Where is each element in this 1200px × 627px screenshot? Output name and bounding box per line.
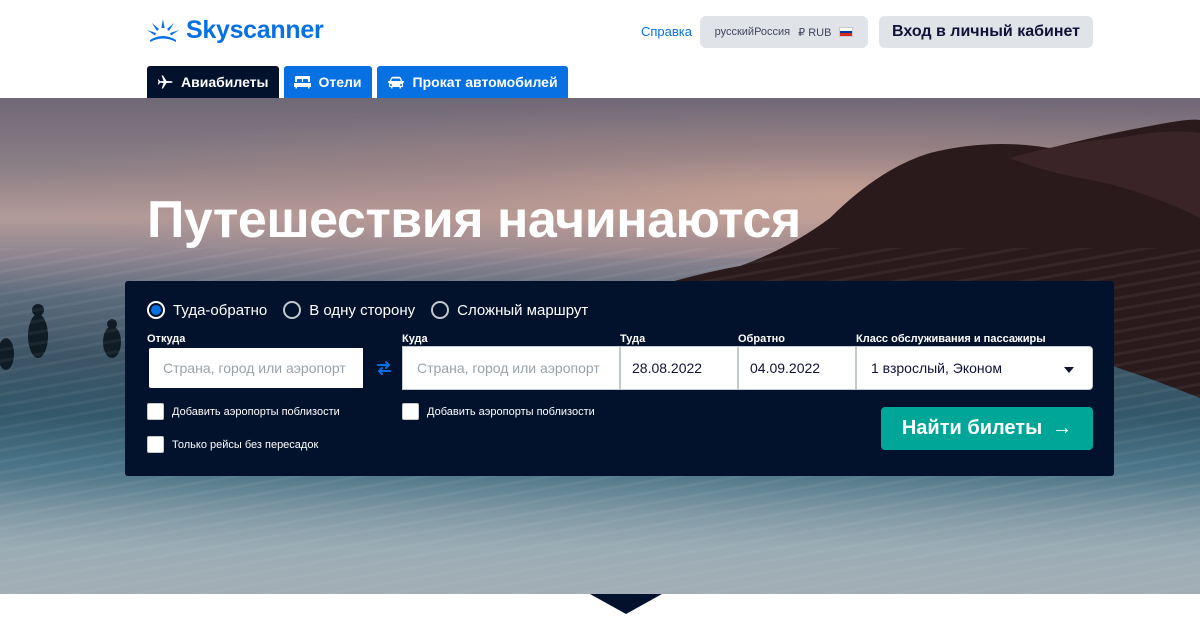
tab-flights[interactable]: Авиабилеты: [147, 66, 279, 98]
hero-title: Путешествия начинаются: [147, 191, 801, 249]
checkbox[interactable]: [147, 403, 164, 420]
trip-type-round-trip[interactable]: Туда-обратно: [147, 301, 267, 319]
to-label: Куда: [402, 333, 428, 345]
cabin-passengers-label: Класс обслуживания и пассажиры: [856, 333, 1046, 345]
from-input[interactable]: [147, 346, 365, 390]
plane-icon: [157, 75, 173, 89]
radio-label: В одну сторону: [309, 301, 416, 319]
direct-flights-only-checkbox[interactable]: Только рейсы без пересадок: [147, 436, 318, 453]
search-button-label: Найти билеты: [901, 417, 1043, 439]
bed-icon: [293, 76, 311, 89]
tab-label: Прокат автомобилей: [412, 74, 558, 90]
return-label: Обратно: [738, 333, 785, 345]
tab-hotels[interactable]: Отели: [283, 66, 372, 98]
product-tabs: Авиабилеты Отели Прокат автомобилей: [147, 66, 568, 98]
skyscanner-logo[interactable]: Skyscanner: [146, 15, 324, 45]
help-link[interactable]: Справка: [641, 24, 692, 39]
cabin-passengers-select[interactable]: 1 взрослый, Эконом: [856, 346, 1093, 390]
sea-foam: [0, 478, 1200, 594]
depart-label: Туда: [620, 333, 646, 345]
checkbox-label: Добавить аэропорты поблизости: [427, 405, 595, 418]
tab-label: Отели: [318, 74, 362, 90]
checkbox[interactable]: [147, 436, 164, 453]
tab-car-hire[interactable]: Прокат автомобилей: [376, 66, 568, 98]
trip-type-multi-city[interactable]: Сложный маршрут: [431, 301, 588, 319]
trip-type-one-way[interactable]: В одну сторону: [283, 301, 415, 319]
chevron-down-icon: [1064, 367, 1074, 373]
checkbox-label: Добавить аэропорты поблизости: [172, 405, 340, 418]
login-button[interactable]: Вход в личный кабинет: [879, 16, 1093, 48]
from-label: Откуда: [147, 333, 186, 345]
radio-button-checked[interactable]: [147, 301, 165, 319]
locale-language-country: русскийРоссия: [714, 26, 791, 38]
car-icon: [387, 76, 404, 88]
checkbox[interactable]: [402, 403, 419, 420]
radio-button[interactable]: [283, 301, 302, 319]
trip-type-group: Туда-обратно В одну сторону Сложный марш…: [147, 301, 588, 319]
tab-label: Авиабилеты: [181, 74, 269, 90]
radio-label: Сложный маршрут: [457, 301, 589, 319]
flight-search-panel: Туда-обратно В одну сторону Сложный марш…: [125, 281, 1114, 476]
russia-flag-icon: [839, 27, 854, 37]
nearby-airports-to-checkbox[interactable]: Добавить аэропорты поблизости: [402, 403, 595, 420]
search-flights-button[interactable]: Найти билеты →: [881, 407, 1093, 450]
radio-button[interactable]: [431, 301, 450, 319]
cabin-passengers-value: 1 взрослый, Эконом: [871, 360, 1003, 376]
to-input[interactable]: [402, 346, 620, 390]
arrow-right-icon: →: [1052, 417, 1073, 439]
logo-text: Skyscanner: [186, 15, 324, 44]
checkbox-label: Только рейсы без пересадок: [172, 438, 319, 451]
depart-date-input[interactable]: 28.08.2022: [620, 346, 738, 390]
radio-label: Туда-обратно: [173, 301, 268, 319]
locale-currency: ₽ RUB: [798, 26, 832, 39]
locale-button[interactable]: русскийРоссия ₽ RUB: [700, 16, 868, 48]
sunrise-logo-icon: [147, 19, 179, 42]
swap-arrows-icon: [376, 361, 391, 375]
return-date-input[interactable]: 04.09.2022: [738, 346, 856, 390]
swap-locations-button[interactable]: [365, 346, 402, 390]
nearby-airports-from-checkbox[interactable]: Добавить аэропорты поблизости: [147, 403, 340, 420]
section-notch: [590, 594, 662, 614]
header: Skyscanner Справка русскийРоссия ₽ RUB В…: [0, 0, 1200, 98]
